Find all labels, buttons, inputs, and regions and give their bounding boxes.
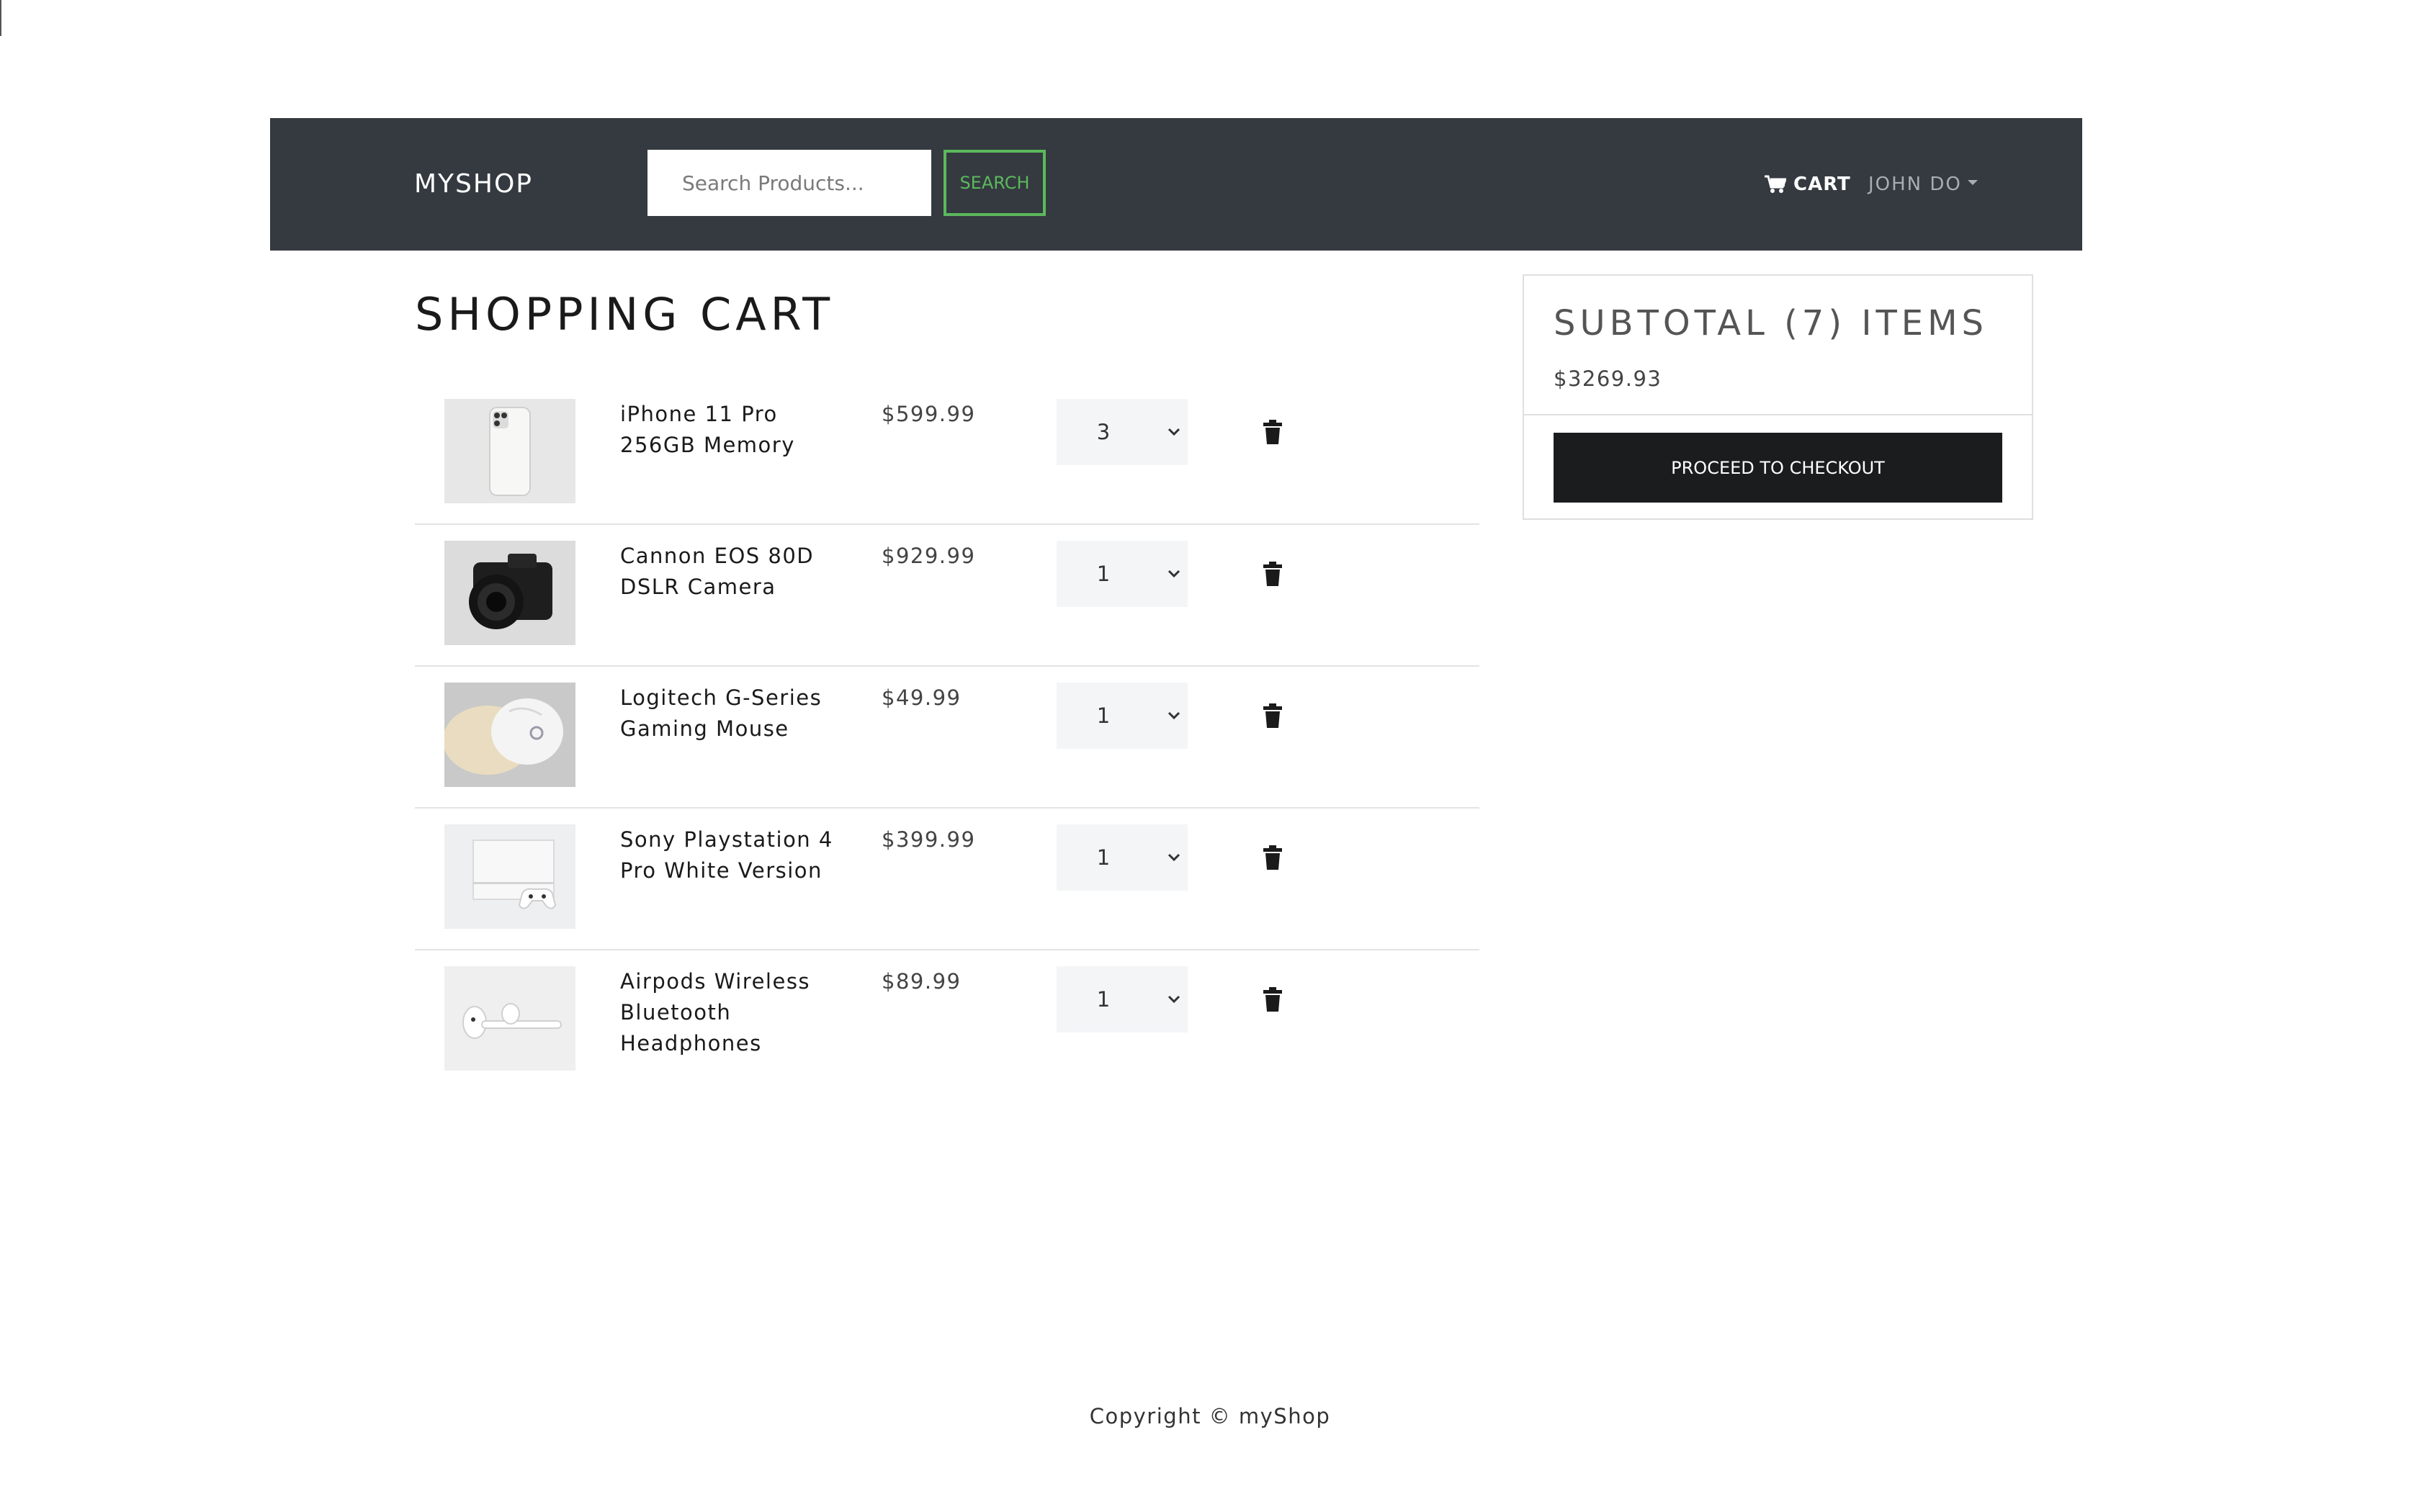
quantity-value: 1 (1096, 845, 1111, 870)
product-price: $89.99 (882, 969, 962, 994)
order-summary-card: SUBTOTAL (7) ITEMS $3269.93 PROCEED TO C… (1523, 274, 2033, 520)
search-input[interactable] (647, 150, 931, 216)
product-price: $399.99 (882, 827, 976, 852)
chevron-down-icon (1168, 711, 1180, 720)
page-title: SHOPPING CART (415, 288, 835, 341)
subtotal-heading: SUBTOTAL (7) ITEMS (1554, 303, 1988, 343)
product-price: $929.99 (882, 544, 976, 568)
product-image-mouse[interactable] (444, 683, 575, 787)
summary-divider (1524, 414, 2032, 415)
product-name-link[interactable]: Sony Playstation 4 Pro White Version (620, 824, 858, 886)
product-image-playstation[interactable] (444, 824, 575, 929)
text-cursor (0, 0, 1, 36)
cart-item-row: Logitech G-Series Gaming Mouse $49.99 1 (415, 667, 1479, 809)
product-name-link[interactable]: Airpods Wireless Bluetooth Headphones (620, 966, 858, 1059)
cart-item-row: iPhone 11 Pro 256GB Memory $599.99 3 (415, 383, 1479, 525)
cart-item-row: Sony Playstation 4 Pro White Version $39… (415, 809, 1479, 950)
cart-label: CART (1793, 174, 1851, 195)
trash-icon[interactable] (1262, 845, 1283, 870)
chevron-down-icon (1168, 570, 1180, 578)
quantity-select[interactable]: 1 (1057, 966, 1188, 1032)
product-price: $49.99 (882, 685, 962, 710)
top-navbar: MYSHOP SEARCH CART JOHN DO (270, 118, 2082, 251)
quantity-value: 1 (1096, 987, 1111, 1012)
quantity-value: 3 (1096, 420, 1111, 444)
cart-link[interactable]: CART (1765, 118, 1851, 251)
chevron-down-icon (1168, 428, 1180, 436)
trash-icon[interactable] (1262, 703, 1283, 729)
trash-icon[interactable] (1262, 561, 1283, 587)
subtotal-amount: $3269.93 (1554, 366, 1662, 391)
trash-icon[interactable] (1262, 419, 1283, 445)
chevron-down-icon (1168, 853, 1180, 862)
product-name-link[interactable]: Logitech G-Series Gaming Mouse (620, 683, 858, 744)
product-image-iphone[interactable] (444, 399, 575, 503)
product-price: $599.99 (882, 402, 976, 426)
quantity-select[interactable]: 1 (1057, 683, 1188, 749)
brand-logo[interactable]: MYSHOP (414, 118, 533, 251)
product-image-airpods[interactable] (444, 966, 575, 1071)
cart-item-row: Airpods Wireless Bluetooth Headphones $8… (415, 950, 1479, 1091)
quantity-value: 1 (1096, 562, 1111, 586)
search-button[interactable]: SEARCH (944, 150, 1046, 216)
quantity-select[interactable]: 3 (1057, 399, 1188, 465)
user-name: JOHN DO (1868, 174, 1962, 195)
cart-item-list: iPhone 11 Pro 256GB Memory $599.99 3 Can… (415, 383, 1479, 1091)
quantity-select[interactable]: 1 (1057, 824, 1188, 891)
cart-item-row: Cannon EOS 80D DSLR Camera $929.99 1 (415, 525, 1479, 667)
quantity-value: 1 (1096, 703, 1111, 728)
chevron-down-icon (1168, 995, 1180, 1004)
caret-down-icon (1967, 179, 1978, 185)
product-image-camera[interactable] (444, 541, 575, 645)
quantity-select[interactable]: 1 (1057, 541, 1188, 607)
proceed-to-checkout-button[interactable]: PROCEED TO CHECKOUT (1554, 433, 2002, 503)
user-dropdown[interactable]: JOHN DO (1868, 118, 1978, 251)
shopping-cart-icon (1765, 175, 1786, 193)
product-name-link[interactable]: iPhone 11 Pro 256GB Memory (620, 399, 858, 461)
product-name-link[interactable]: Cannon EOS 80D DSLR Camera (620, 541, 858, 603)
footer-copyright: Copyright © myShop (1089, 1404, 1331, 1428)
trash-icon[interactable] (1262, 986, 1283, 1012)
